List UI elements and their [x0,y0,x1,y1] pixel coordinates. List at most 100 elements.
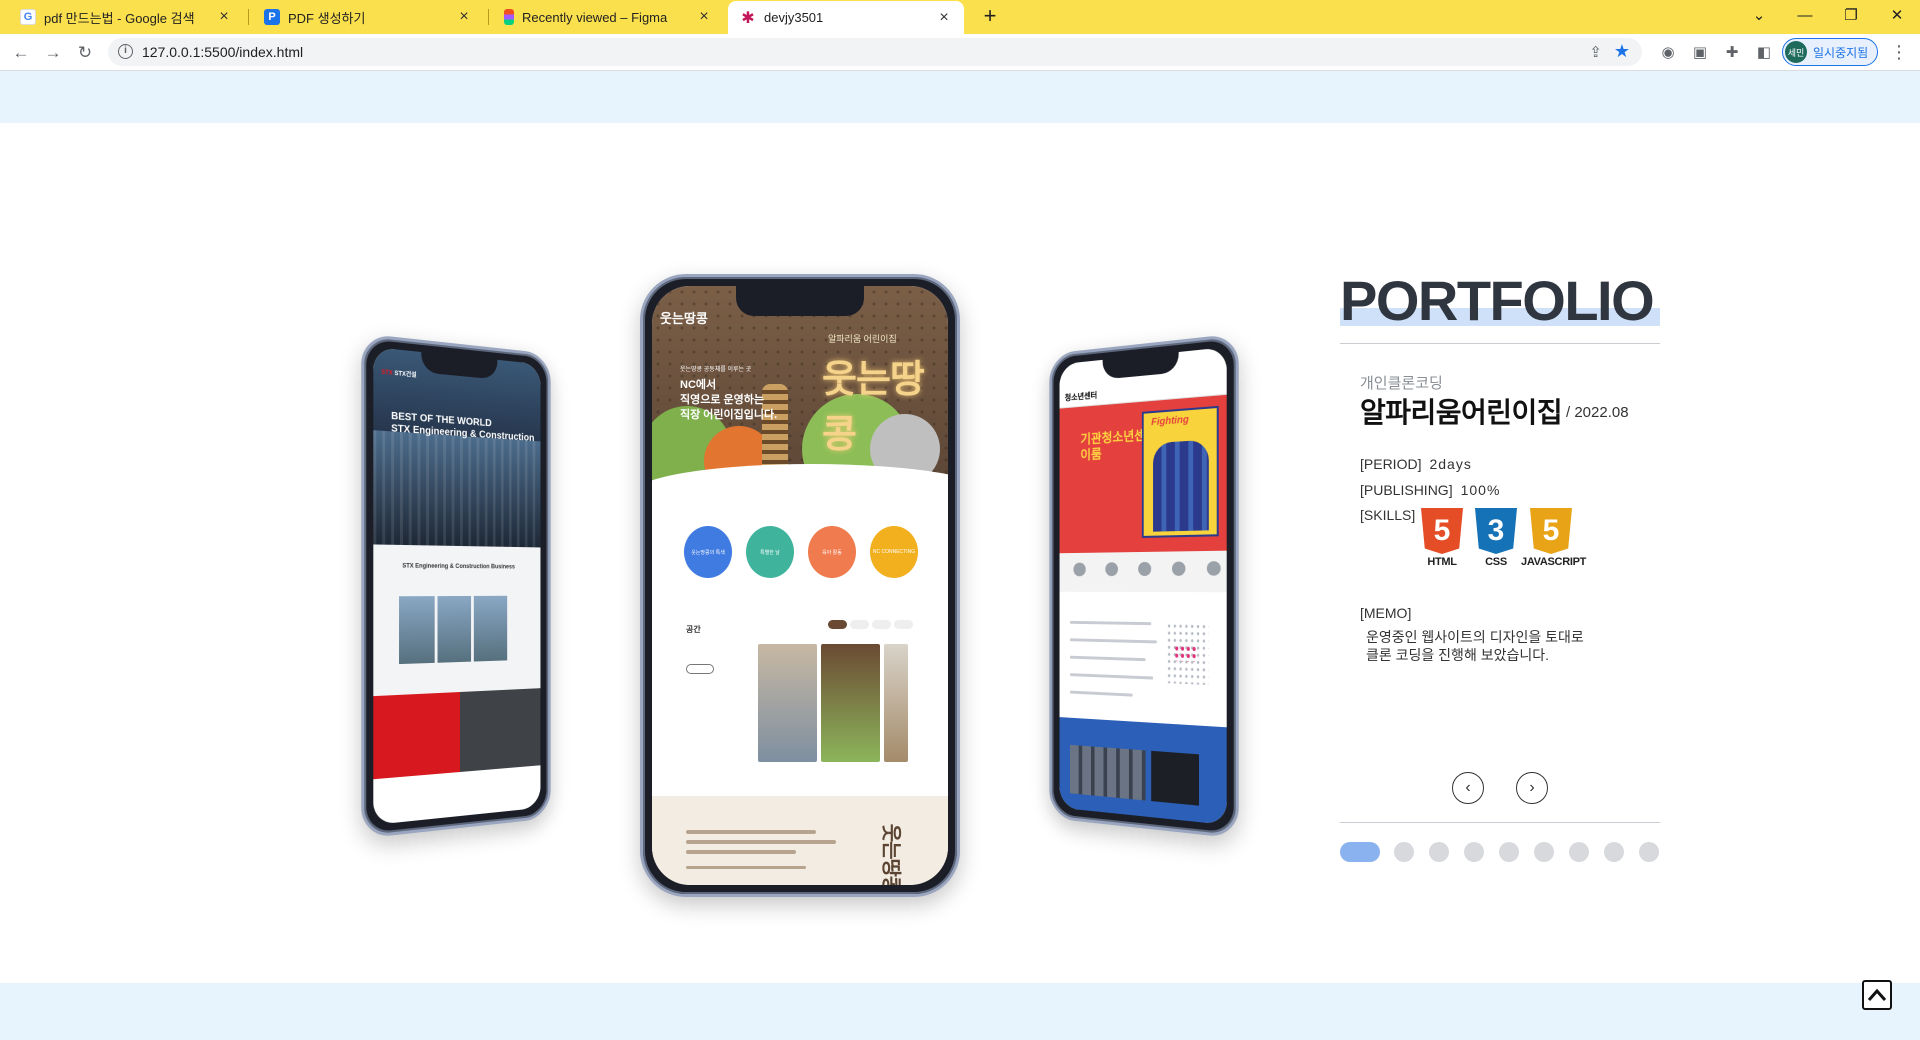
yc-gallery-section [1059,717,1227,825]
forward-icon[interactable]: → [40,40,66,66]
prev-slide-button[interactable]: ‹ [1452,772,1484,804]
kg-logo: 웃는땅콩 [660,311,708,326]
scroll-to-top-button[interactable] [1862,980,1892,1010]
text-line [686,840,836,844]
kg-circle: 육아 활동 [808,526,856,578]
skill-javascript: 5 JAVASCRIPT [1521,508,1587,568]
window-close-icon[interactable]: ✕ [1874,0,1920,30]
tab-title: Recently viewed – Figma [522,9,668,25]
camera-icon[interactable]: ◉ [1658,42,1678,62]
tab-devjy3501[interactable]: ✱ devjy3501 × [728,1,964,34]
google-icon: G [20,9,36,25]
phone-mockup-youth-center: 청소년센터 기관청소년센터 이룸 Fighting [1049,333,1239,839]
kg-copy-small: 웃는땅콩 공동체를 이루는 곳 [680,367,752,373]
stx-subtitle: STX Engineering & Construction Business [402,563,515,571]
reload-icon[interactable]: ↻ [72,40,98,66]
publishing-label: [PUBLISHING] [1360,482,1453,498]
tab-separator [248,9,249,25]
extensions-icon[interactable]: ✚ [1722,42,1742,62]
yc-hero: 기관청소년센터 이룸 Fighting [1059,394,1227,554]
memo-text: 운영중인 웹사이트의 디자인을 토대로 클론 코딩을 진행해 보았습니다. [1366,629,1584,663]
minimize-icon[interactable]: — [1782,0,1828,30]
memo-label: [MEMO] [1360,605,1412,621]
profile-status: 일시중지됨 [1813,45,1869,60]
pagination-dot[interactable] [1639,842,1659,862]
kg-circle: NC CONNECTING [870,526,918,578]
stx-logo: STX STX건설 [381,369,417,380]
kg-circle: 웃는땅콩의 특색 [684,526,732,578]
portfolio-section [0,123,1920,983]
close-icon[interactable]: × [456,8,472,26]
address-bar[interactable]: i 127.0.0.1:5500/index.html ⇪ ★ [108,38,1642,66]
side-panel-icon[interactable]: ◧ [1754,42,1774,62]
new-tab-button[interactable]: + [977,4,1003,30]
skill-label: JAVASCRIPT [1521,556,1587,568]
tab-title: PDF 생성하기 [288,10,366,26]
kg-circle: 특별한 날 [746,526,794,578]
browser-toolbar: ← → ↻ i 127.0.0.1:5500/index.html ⇪ ★ ◉ … [0,34,1920,71]
tab-pdf[interactable]: P PDF 생성하기 × [252,0,484,34]
bookmark-star-icon[interactable]: ★ [1614,41,1630,62]
divider [1340,343,1660,344]
stx-dark-panel [460,688,541,772]
kg-footer: 웃는땅콩 [652,796,948,885]
pagination-dot[interactable] [1429,842,1449,862]
tab-search-icon[interactable]: ⌄ [1736,0,1782,30]
figma-icon [504,9,514,25]
publishing-value: 100% [1460,482,1501,498]
yc-calendar [1166,622,1209,685]
restore-icon[interactable]: ❐ [1828,0,1874,30]
pagination-dot[interactable] [1569,842,1589,862]
stx-project-images [399,595,508,665]
yc-fighting-poster: Fighting [1141,405,1219,538]
close-icon[interactable]: × [696,8,712,26]
stx-red-panel [373,692,460,780]
skill-label: HTML [1427,556,1457,568]
image-icon[interactable]: ▣ [1690,42,1710,62]
css3-icon: 3 [1475,508,1517,554]
pagination-dot[interactable] [1499,842,1519,862]
yc-logo: 청소년센터 [1064,390,1098,403]
tab-title: pdf 만드는법 - Google 검색 [44,10,195,26]
phone-screen: 청소년센터 기관청소년센터 이룸 Fighting [1059,347,1227,825]
profile-button[interactable]: 세민 일시중지됨 [1782,38,1878,66]
skill-css: 3 CSS [1466,508,1526,568]
stx-hero-image: STX STX건설 BEST OF THE WORLD STX Engineer… [373,347,541,548]
close-icon[interactable]: × [216,8,232,26]
phone-screen: 웃는땅콩 알파리움 어린이집 웃는땅콩 웃는땅콩 공동체를 이루는 곳 NC에서… [652,286,948,885]
period-value: 2days [1429,456,1472,472]
url-text[interactable]: 127.0.0.1:5500/index.html [142,44,303,60]
phone-mockup-stx: STX STX건설 BEST OF THE WORLD STX Engineer… [361,333,551,839]
tab-figma[interactable]: Recently viewed – Figma × [492,0,724,34]
skills-label: [SKILLS] [1360,507,1416,523]
period-row: [PERIOD] 2days [1360,456,1472,472]
phone-notch [736,286,864,316]
asterisk-icon: ✱ [741,9,755,27]
pagination-dot[interactable] [1394,842,1414,862]
kg-sign-caption: 알파리움 어린이집 [828,334,897,344]
back-icon[interactable]: ← [8,40,34,66]
next-slide-button[interactable]: › [1516,772,1548,804]
divider [1340,822,1660,823]
tab-separator [488,9,489,25]
pagination-dot[interactable] [1340,842,1380,862]
close-icon[interactable]: × [936,9,952,27]
kg-menu-circles: 웃는땅콩의 특색 특별한 날 육아 활동 NC CONNECTING [684,526,924,586]
kg-more-pill [686,664,714,674]
site-info-icon[interactable]: i [118,44,133,59]
pagination-dot[interactable] [1534,842,1554,862]
menu-kebab-icon[interactable]: ⋮ [1890,42,1908,63]
javascript-icon: 5 [1530,508,1572,554]
pagination-dot[interactable] [1464,842,1484,862]
text-line [686,850,796,854]
page-top-band [0,71,1920,123]
yc-quick-icons [1059,550,1227,593]
phone-screen: STX STX건설 BEST OF THE WORLD STX Engineer… [373,347,541,825]
pagination-dot[interactable] [1604,842,1624,862]
tab-title: devjy3501 [764,10,824,25]
tab-google-search[interactable]: G pdf 만드는법 - Google 검색 × [8,0,244,34]
period-label: [PERIOD] [1360,456,1422,472]
share-icon[interactable]: ⇪ [1589,43,1602,61]
text-line [686,830,816,834]
browser-tab-bar: G pdf 만드는법 - Google 검색 × P PDF 생성하기 × Re… [0,0,1920,34]
